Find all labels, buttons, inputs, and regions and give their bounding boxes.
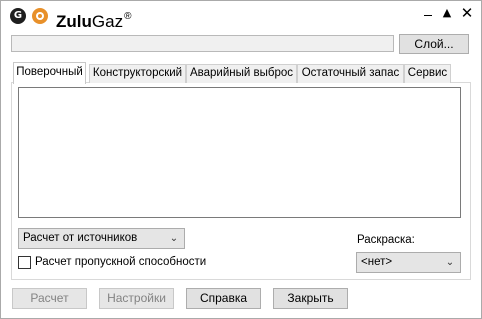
minimize-button[interactable]	[418, 5, 438, 23]
calc-mode-select[interactable]: Расчет от источников ⌄	[18, 228, 185, 249]
help-button[interactable]: Справка	[186, 288, 261, 309]
tab-design[interactable]: Конструкторский	[89, 64, 186, 83]
close-button[interactable]: Закрыть	[273, 288, 348, 309]
tab-emergency-release[interactable]: Аварийный выброс	[186, 64, 297, 83]
window-title-suffix: Gaz	[91, 12, 124, 31]
tab-residual-reserve[interactable]: Остаточный запас	[297, 64, 404, 83]
calculate-button[interactable]: Расчет	[12, 288, 87, 309]
results-box[interactable]	[18, 87, 461, 218]
layer-path-field[interactable]	[11, 35, 394, 52]
coloring-value: <нет>	[361, 256, 393, 268]
zulugaz-g-icon: G	[10, 8, 26, 24]
close-window-button[interactable]: ✕	[457, 5, 477, 23]
capacity-checkbox-label[interactable]: Расчет пропускной способности	[35, 255, 206, 270]
title-bar: G ZuluGaz® ▲ ✕	[1, 1, 481, 31]
tab-verification[interactable]: Поверочный	[13, 62, 86, 84]
collapse-up-button[interactable]: ▲	[437, 5, 457, 23]
capacity-checkbox[interactable]	[18, 256, 31, 269]
settings-button[interactable]: Настройки	[99, 288, 174, 309]
chevron-down-icon: ⌄	[445, 257, 455, 268]
calc-mode-value: Расчет от источников	[23, 232, 138, 244]
coloring-label: Раскраска:	[357, 234, 415, 246]
coloring-select[interactable]: <нет> ⌄	[356, 252, 461, 273]
zulugaz-window: G ZuluGaz® ▲ ✕ Слой... Поверочный Констр…	[0, 0, 482, 319]
registered-mark: ®	[124, 11, 132, 22]
zulugaz-ring-icon	[32, 8, 48, 24]
layer-button[interactable]: Слой...	[399, 34, 469, 54]
chevron-down-icon: ⌄	[169, 233, 179, 244]
tab-service[interactable]: Сервис	[404, 64, 451, 83]
window-title-prefix: Zulu	[56, 12, 92, 31]
window-title: ZuluGaz®	[56, 7, 132, 31]
